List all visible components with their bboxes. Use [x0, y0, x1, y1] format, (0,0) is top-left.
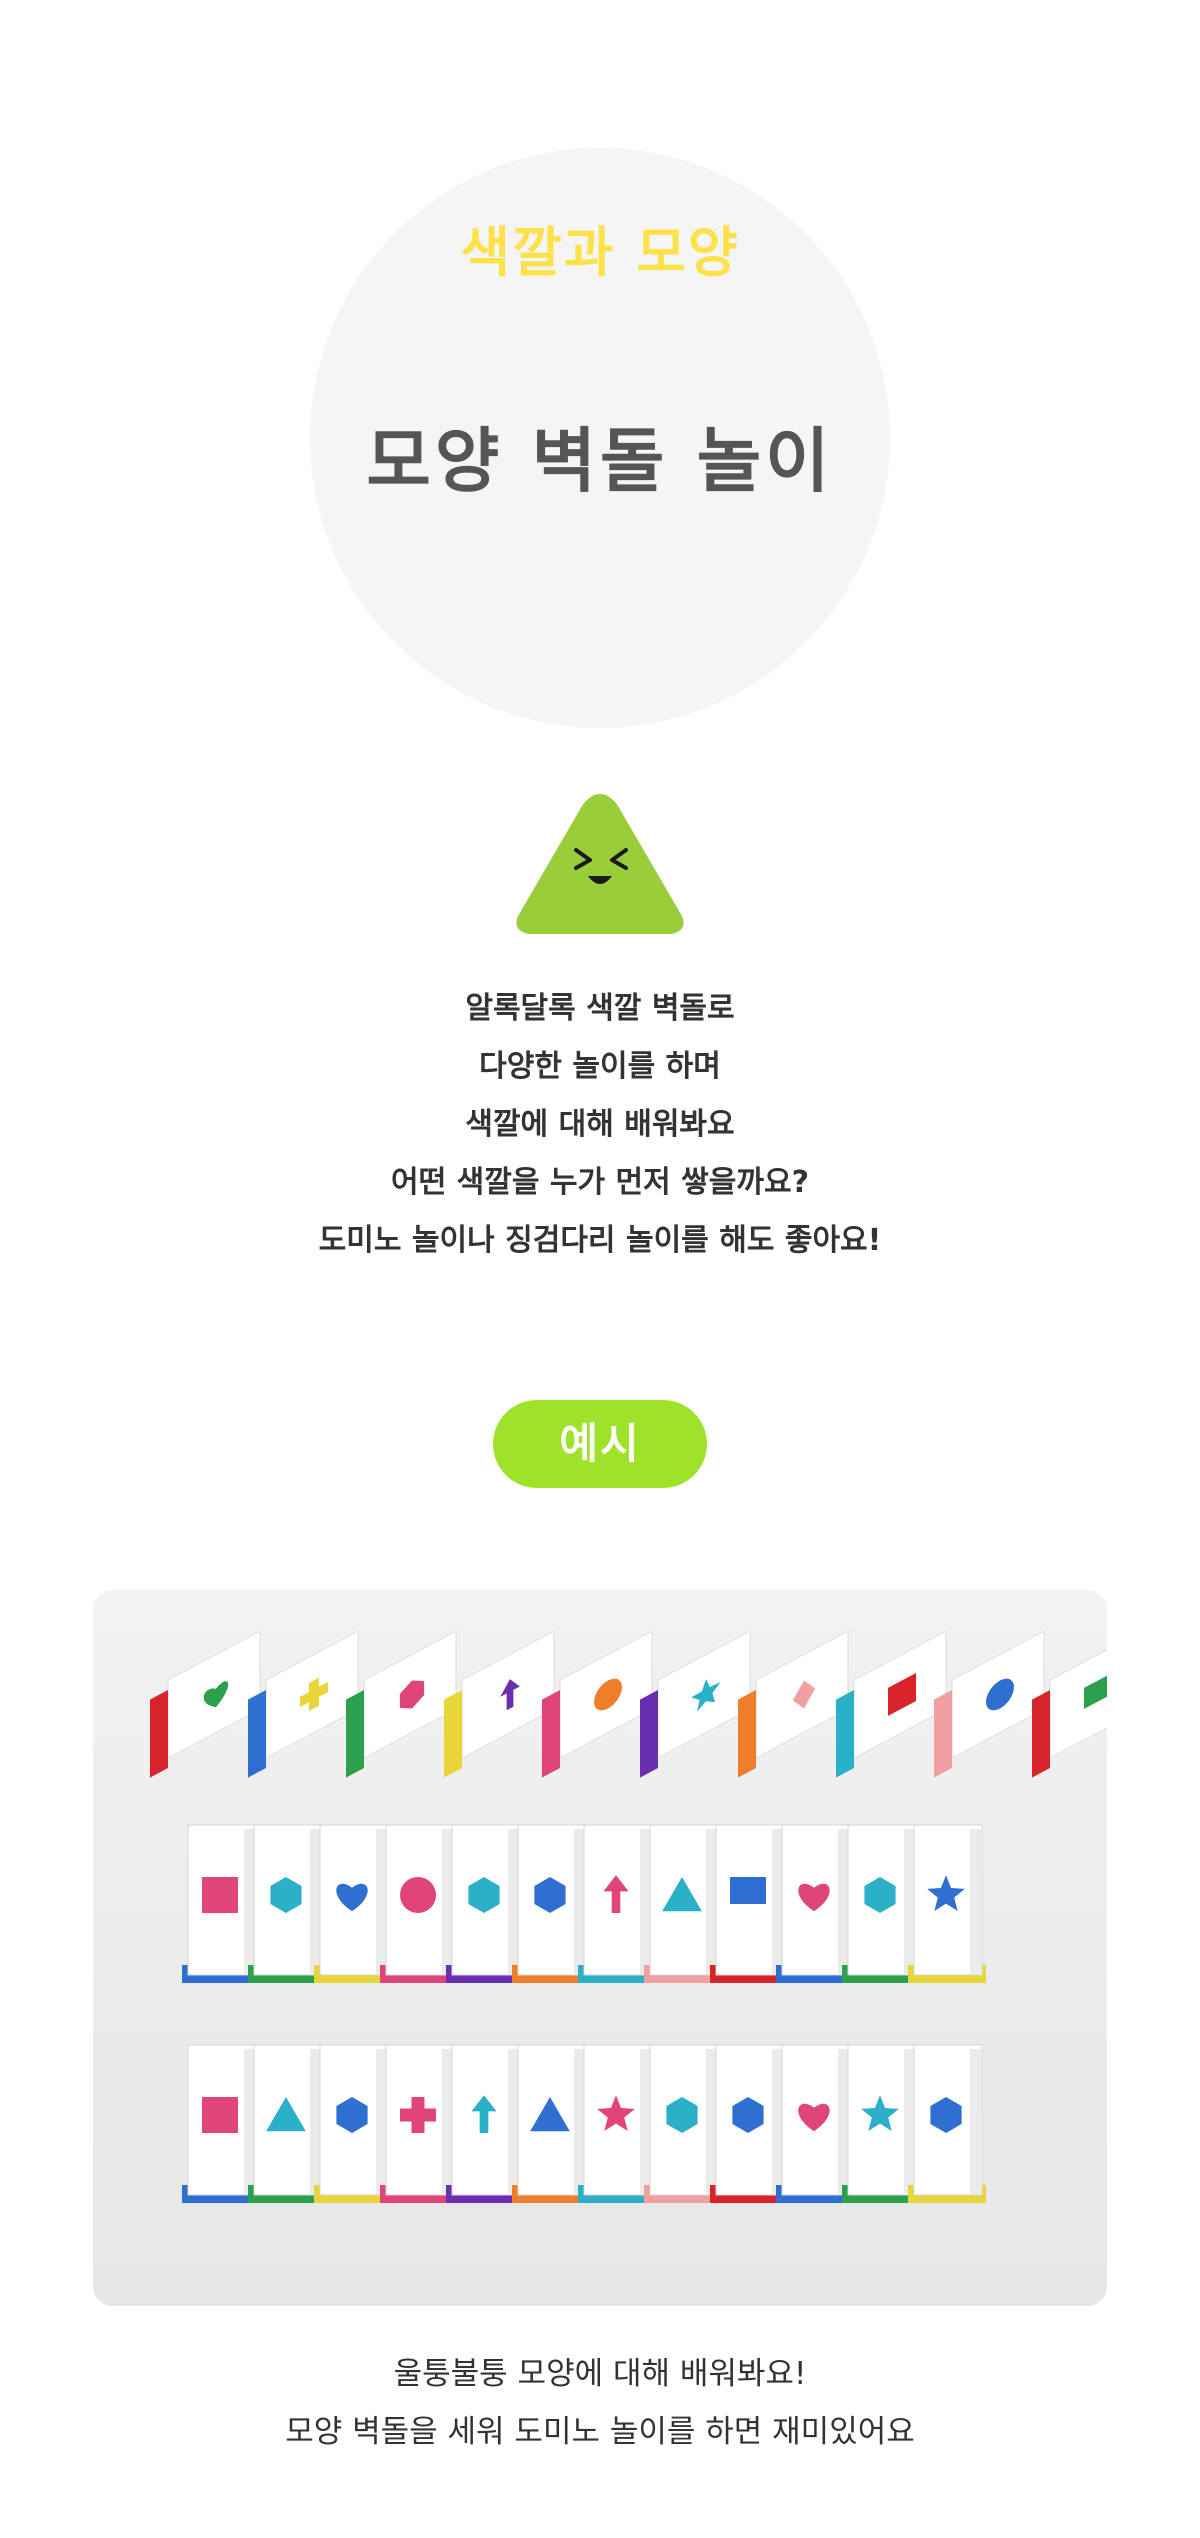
description: 알록달록 색깔 벽돌로 다양한 놀이를 하며 색깔에 대해 배워봐요 어떤 색깔…: [0, 980, 1200, 1270]
description-line: 알록달록 색깔 벽돌로: [465, 991, 735, 1026]
brick-row2: [842, 1824, 920, 1983]
brick-row2: [644, 1824, 722, 1983]
brick-row3: [578, 2044, 656, 2203]
brick-row3: [248, 2044, 326, 2203]
hero-title: 모양 벽돌 놀이: [366, 420, 834, 502]
brick-row2: [248, 1824, 326, 1983]
brick-row2: [776, 1824, 854, 1983]
brick-row3: [512, 2044, 590, 2203]
brick-row3: [446, 2044, 524, 2203]
circle-shape-icon: [400, 1877, 436, 1913]
example-photo: [93, 1590, 1107, 2306]
brick-row3: [776, 2044, 854, 2203]
hero-subtitle: 색깔과 모양: [460, 221, 740, 284]
description-line: 다양한 놀이를 하며: [479, 1049, 721, 1084]
brick-row2: [182, 1824, 260, 1983]
brick-row2: [380, 1824, 458, 1983]
brick-row2: [446, 1824, 524, 1983]
brick-row3: [842, 2044, 920, 2203]
rectangle-shape-icon: [730, 1877, 766, 1904]
description-line: 어떤 색깔을 누가 먼저 쌓을까요?: [391, 1165, 809, 1200]
brick-row3: [908, 2044, 986, 2203]
brick-row2: [908, 1824, 986, 1983]
example-badge: 예시: [493, 1400, 707, 1488]
description-line: 도미노 놀이나 징검다리 놀이를 해도 좋아요!: [318, 1223, 882, 1258]
brick-row2: [710, 1824, 788, 1983]
brick-row2: [314, 1824, 392, 1983]
brick-row3: [644, 2044, 722, 2203]
brick-row3: [710, 2044, 788, 2203]
brick-row2: [578, 1824, 656, 1983]
brick-row3: [314, 2044, 392, 2203]
brick-row2: [512, 1824, 590, 1983]
caption-line: 울퉁불퉁 모양에 대해 배워봐요!: [393, 2356, 807, 2392]
brick-row3: [182, 2044, 260, 2203]
caption-line: 모양 벽돌을 세워 도미노 놀이를 하면 재미있어요: [285, 2414, 915, 2450]
shape-brick-domino-photo: [93, 1590, 1107, 2306]
brick-row3: [380, 2044, 458, 2203]
description-line: 색깔에 대해 배워봐요: [465, 1107, 735, 1142]
square-shape-icon: [202, 1877, 238, 1913]
square-shape-icon: [202, 2097, 238, 2133]
caption: 울퉁불퉁 모양에 대해 배워봐요! 모양 벽돌을 세워 도미노 놀이를 하면 재…: [0, 2345, 1200, 2461]
triangle-mascot-icon: [516, 794, 684, 934]
